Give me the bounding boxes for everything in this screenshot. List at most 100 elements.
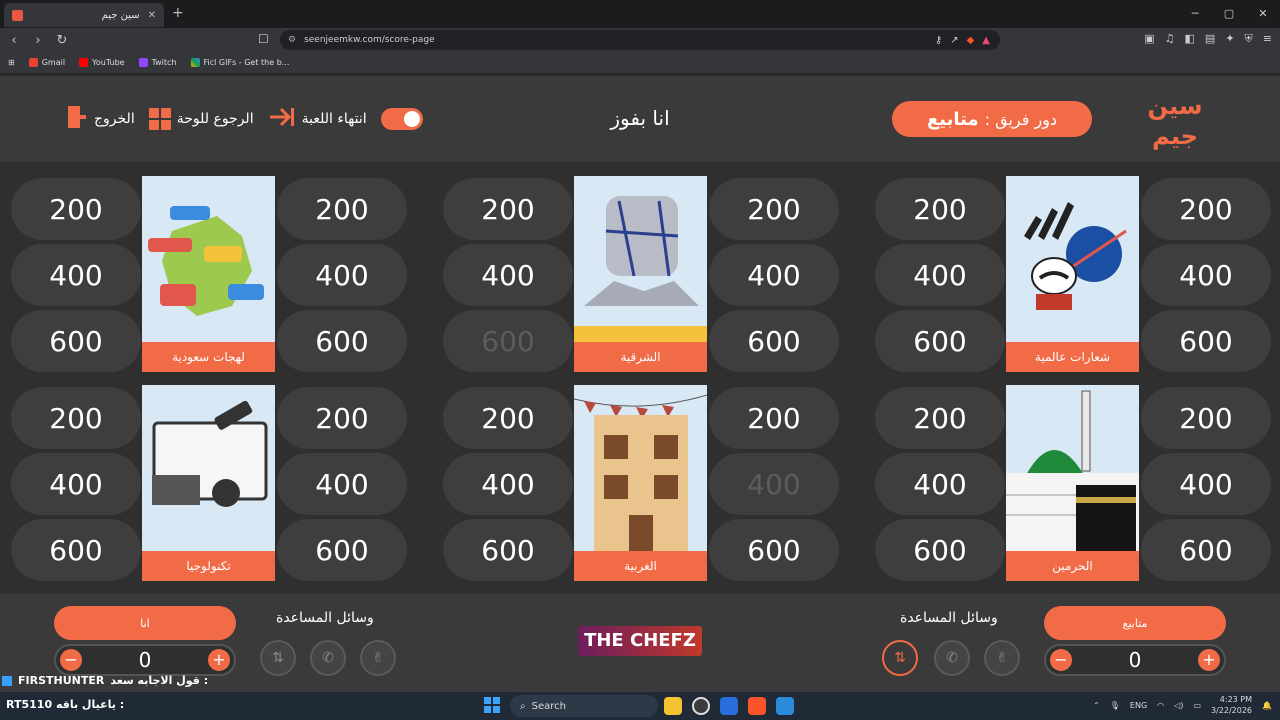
volume-icon[interactable]: ◁) bbox=[1174, 701, 1183, 710]
points-button[interactable]: 200 bbox=[1141, 178, 1271, 240]
browser-tab[interactable]: سين جيم ✕ bbox=[4, 3, 164, 27]
brave-shield-icon[interactable]: ◆ bbox=[967, 35, 975, 46]
tab-close-icon[interactable]: ✕ bbox=[148, 10, 156, 21]
reload-icon[interactable]: ↻ bbox=[52, 33, 72, 48]
points-button[interactable]: 200 bbox=[875, 387, 1005, 449]
switch-question-icon[interactable]: ⇅ bbox=[260, 640, 296, 676]
points-button[interactable]: 600 bbox=[11, 310, 141, 372]
category-card[interactable]: تكنولوجيا bbox=[142, 385, 275, 581]
music-icon[interactable]: ♫ bbox=[1165, 32, 1175, 46]
key-icon[interactable]: ⚷ bbox=[935, 35, 942, 46]
rewards-icon[interactable]: ▲ bbox=[982, 35, 990, 46]
points-button[interactable]: 600 bbox=[277, 310, 407, 372]
share-icon[interactable]: ↗ bbox=[950, 35, 958, 46]
forward-icon[interactable]: › bbox=[28, 33, 48, 48]
file-explorer-icon[interactable] bbox=[664, 697, 682, 715]
points-button[interactable]: 600 bbox=[277, 519, 407, 581]
points-button[interactable]: 200 bbox=[11, 387, 141, 449]
app-icon[interactable] bbox=[720, 697, 738, 715]
points-button[interactable]: 200 bbox=[709, 178, 839, 240]
points-button[interactable]: 600 bbox=[875, 519, 1005, 581]
app-icon[interactable] bbox=[692, 697, 710, 715]
bookmark-ficl[interactable]: Ficl GIFs - Get the b... bbox=[190, 58, 289, 67]
new-tab-icon[interactable]: + bbox=[172, 5, 184, 21]
victory-hand-icon[interactable]: ✌ bbox=[360, 640, 396, 676]
exit-button[interactable]: الخروج bbox=[66, 105, 135, 134]
category-card[interactable]: الحرمين bbox=[1006, 385, 1139, 581]
points-button[interactable]: 400 bbox=[709, 244, 839, 306]
points-button[interactable]: 200 bbox=[875, 178, 1005, 240]
chat-user: FIRSTHUNTER bbox=[18, 674, 105, 687]
points-button[interactable]: 600 bbox=[875, 310, 1005, 372]
category-card[interactable]: لهجات سعودية bbox=[142, 176, 275, 372]
points-button[interactable]: 200 bbox=[709, 387, 839, 449]
points-button[interactable]: 400 bbox=[277, 244, 407, 306]
points-button[interactable]: 400 bbox=[277, 453, 407, 515]
points-button[interactable]: 600 bbox=[443, 519, 573, 581]
windows-start-icon[interactable] bbox=[484, 697, 500, 713]
site-logo[interactable]: سين جيم bbox=[1140, 86, 1210, 152]
category-card[interactable]: شعارات عالمية bbox=[1006, 176, 1139, 372]
points-button[interactable]: 600 bbox=[1141, 310, 1271, 372]
back-icon[interactable]: ‹ bbox=[4, 33, 24, 48]
app-icon[interactable] bbox=[776, 697, 794, 715]
bookmark-page-icon[interactable]: ☐ bbox=[258, 32, 269, 46]
points-button[interactable]: 600 bbox=[1141, 519, 1271, 581]
points-button[interactable]: 400 bbox=[875, 453, 1005, 515]
language-indicator[interactable]: ENG bbox=[1130, 701, 1147, 710]
bookmark-gmail[interactable]: Gmail bbox=[28, 58, 65, 67]
menu-icon[interactable]: ≡ bbox=[1263, 32, 1272, 46]
notifications-icon[interactable]: 🔔 bbox=[1262, 701, 1272, 710]
clock[interactable]: 4:23 PM 3/22/2026 bbox=[1211, 694, 1252, 716]
decrement-score-button[interactable]: − bbox=[60, 649, 82, 671]
taskbar-search[interactable]: ⌕ Search bbox=[510, 695, 658, 717]
points-button[interactable]: 400 bbox=[875, 244, 1005, 306]
settings-toggle[interactable] bbox=[380, 108, 423, 130]
close-window-icon[interactable]: ✕ bbox=[1246, 0, 1280, 28]
decrement-score-button[interactable]: − bbox=[1050, 649, 1072, 671]
points-button[interactable]: 400 bbox=[1141, 244, 1271, 306]
screenshot-icon[interactable]: ▣ bbox=[1144, 32, 1154, 46]
points-button[interactable]: 400 bbox=[11, 244, 141, 306]
apps-icon[interactable]: ⊞ bbox=[8, 58, 15, 67]
victory-hand-icon[interactable]: ✌ bbox=[984, 640, 1020, 676]
bookmark-twitch[interactable]: Twitch bbox=[138, 58, 177, 67]
leo-icon[interactable]: ✦ bbox=[1225, 32, 1234, 46]
points-button[interactable]: 200 bbox=[1141, 387, 1271, 449]
points-button[interactable]: 400 bbox=[443, 244, 573, 306]
switch-question-icon[interactable]: ⇅ bbox=[882, 640, 918, 676]
wallet-icon[interactable]: ▤ bbox=[1205, 32, 1215, 46]
points-button[interactable]: 400 bbox=[1141, 453, 1271, 515]
phone-call-icon[interactable]: ✆ bbox=[310, 640, 346, 676]
maximize-icon[interactable]: ▢ bbox=[1212, 0, 1246, 28]
end-game-button[interactable]: انتهاء اللعبة bbox=[268, 106, 367, 133]
phone-call-icon[interactable]: ✆ bbox=[934, 640, 970, 676]
points-button[interactable]: 400 bbox=[11, 453, 141, 515]
points-button[interactable]: 600 bbox=[11, 519, 141, 581]
points-button[interactable]: 200 bbox=[277, 178, 407, 240]
points-button[interactable]: 600 bbox=[709, 519, 839, 581]
points-button[interactable]: 400 bbox=[443, 453, 573, 515]
wifi-icon[interactable]: ◠ bbox=[1157, 701, 1164, 710]
microphone-icon[interactable]: 🎙 bbox=[1110, 701, 1120, 710]
points-button[interactable]: 200 bbox=[443, 178, 573, 240]
points-button[interactable]: 200 bbox=[277, 387, 407, 449]
site-info-icon[interactable]: ⚙ bbox=[288, 35, 296, 45]
back-to-board-button[interactable]: الرجوع للوحة bbox=[148, 108, 254, 130]
bookmark-youtube[interactable]: YouTube bbox=[79, 58, 125, 67]
minimize-icon[interactable]: ─ bbox=[1178, 0, 1212, 28]
brave-browser-icon[interactable] bbox=[748, 697, 766, 715]
points-button[interactable]: 200 bbox=[11, 178, 141, 240]
chevron-up-icon[interactable]: ⌃ bbox=[1093, 701, 1100, 710]
category-card[interactable]: الشرقية bbox=[574, 176, 707, 372]
increment-score-button[interactable]: + bbox=[1197, 649, 1220, 671]
vpn-icon[interactable]: ⛨ bbox=[1245, 32, 1253, 46]
increment-score-button[interactable]: + bbox=[207, 649, 230, 671]
battery-icon[interactable]: ▭ bbox=[1193, 701, 1201, 710]
points-button[interactable]: 600 bbox=[709, 310, 839, 372]
category-technology: 200 400 600 تكنولوجيا 200 400 600 bbox=[11, 385, 407, 583]
address-bar[interactable]: ⚙ seenjeemkw.com/score-page ⚷ ↗ ◆ ▲ bbox=[280, 30, 1000, 50]
category-card[interactable]: الغربية bbox=[574, 385, 707, 581]
sidebar-icon[interactable]: ◧ bbox=[1185, 32, 1195, 46]
points-button[interactable]: 200 bbox=[443, 387, 573, 449]
